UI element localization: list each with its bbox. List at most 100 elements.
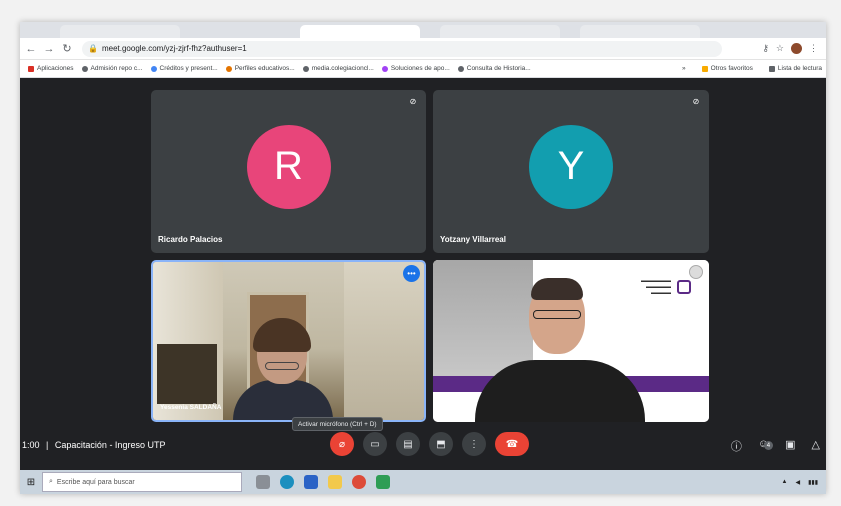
bookmark-label: Aplicaciones	[37, 65, 74, 72]
camera-icon: ▭	[370, 438, 380, 450]
url-text: meet.google.com/yzj-zjrf-fhz?authuser=1	[101, 44, 247, 53]
meeting-title: Capacitación - Ingreso UTP	[54, 440, 166, 450]
bookmark-label: Soluciones de apo...	[390, 65, 450, 72]
windows-start-icon[interactable]: ⊞	[20, 470, 42, 494]
bookmark-item[interactable]: Admisión repo c...	[81, 65, 143, 72]
bookmark-label: Otros favoritos	[710, 65, 753, 72]
apps-icon	[28, 65, 34, 72]
side-controls: ⓘ ☺4 ▣ △	[731, 438, 820, 459]
people-icon[interactable]: ☺4	[758, 438, 773, 459]
present-screen-icon: ⬒	[436, 438, 446, 450]
more-options-icon: ⋮	[469, 438, 479, 450]
bookmark-label: Perfiles educativos...	[234, 65, 295, 72]
avatar-initial: R	[274, 144, 303, 188]
browser-tab[interactable]	[440, 25, 560, 38]
bookmark-item[interactable]: Perfiles educativos...	[225, 65, 295, 72]
reading-list-icon	[768, 65, 775, 72]
camera-toggle-button[interactable]: ▭	[363, 432, 387, 456]
system-tray: ▲ ◀ ▮▮▮	[782, 479, 826, 486]
bookmark-other[interactable]: Otros favoritos	[701, 65, 753, 72]
url-input[interactable]: 🔒 meet.google.com/yzj-zjrf-fhz?authuser=…	[82, 40, 722, 57]
hangup-icon: ☎	[505, 438, 519, 450]
clock[interactable]: ▮▮▮	[808, 479, 818, 486]
bookmark-apps[interactable]: Aplicaciones	[28, 65, 74, 72]
bookmark-icon	[457, 65, 464, 72]
participant-tile-video[interactable]: ▬▬▬▬▬▬ ▬▬▬▬▬ ▬▬▬▬	[433, 260, 709, 422]
slide-text-block: ▬▬▬▬▬▬ ▬▬▬▬▬ ▬▬▬▬	[641, 278, 671, 296]
mail-icon[interactable]	[304, 475, 318, 489]
bookmark-item[interactable]: Soluciones de apo...	[381, 65, 450, 72]
star-icon[interactable]: ☆	[776, 43, 784, 54]
info-icon[interactable]: ⓘ	[731, 438, 742, 459]
participant-tile[interactable]: ⊘ R Ricardo Palacios	[151, 90, 426, 253]
participants-count-badge: 4	[763, 441, 773, 450]
bookmark-item[interactable]: media.colegiacioncl...	[302, 65, 374, 72]
participant-tile[interactable]: ⊘ Y Yotzany Villarreal	[433, 90, 709, 253]
bookmark-item[interactable]: Consulta de Historia...	[457, 65, 531, 72]
video-feed-detail	[157, 344, 217, 404]
bookmark-icon	[225, 65, 232, 72]
menu-icon[interactable]: ⋮	[809, 43, 818, 54]
speaking-indicator-icon: •••	[403, 265, 420, 282]
meeting-info: 1:00 | Capacitación - Ingreso UTP	[22, 440, 165, 450]
address-bar-actions: ⚷ ☆ ⋮	[762, 43, 826, 54]
bookmarks-bar: Aplicaciones Admisión repo c... Créditos…	[20, 60, 826, 78]
tooltip: Activar micrófono (Ctrl + D)	[292, 417, 383, 431]
task-view-icon[interactable]	[256, 475, 270, 489]
reload-icon[interactable]: ↻	[60, 42, 74, 56]
logo-icon	[677, 280, 691, 294]
taskbar-search-placeholder: Escribe aquí para buscar	[56, 478, 135, 486]
lock-icon: 🔒	[88, 44, 98, 53]
bookmarks-right: » Otros favoritos Lista de lectura	[682, 65, 826, 72]
activities-icon[interactable]: △	[812, 438, 820, 459]
captions-button[interactable]: ▤	[396, 432, 420, 456]
participant-name: Yessenia SALDAÑA	[160, 404, 222, 411]
bookmark-label: Lista de lectura	[777, 65, 822, 72]
search-icon: ⌕	[49, 478, 53, 485]
app-icon[interactable]	[376, 475, 390, 489]
browser-tab[interactable]	[580, 25, 700, 38]
browser-tab-active[interactable]	[300, 25, 420, 38]
browser-tab-strip	[20, 22, 826, 38]
meeting-time: 1:00	[22, 440, 40, 450]
folder-icon	[701, 65, 708, 72]
bookmark-label: Admisión repo c...	[90, 65, 143, 72]
mic-off-icon: ⊘	[409, 96, 417, 106]
key-icon[interactable]: ⚷	[762, 43, 769, 54]
hangup-button[interactable]: ☎	[495, 432, 529, 456]
bookmark-label: Consulta de Historia...	[466, 65, 531, 72]
chat-icon[interactable]: ▣	[785, 438, 795, 459]
profile-avatar[interactable]	[791, 43, 802, 54]
taskbar-search-input[interactable]: ⌕ Escribe aquí para buscar	[42, 472, 242, 492]
bookmark-icon	[150, 65, 157, 72]
mic-toggle-button[interactable]: ⌀	[330, 432, 354, 456]
taskbar-apps	[256, 475, 390, 489]
captions-icon: ▤	[403, 438, 413, 450]
person-figure	[533, 310, 581, 319]
screenshot-frame: ← → ↻ 🔒 meet.google.com/yzj-zjrf-fhz?aut…	[0, 0, 841, 506]
person-figure	[265, 362, 299, 370]
avatar: R	[246, 124, 331, 209]
bookmarks-overflow-icon[interactable]: »	[682, 65, 686, 72]
mic-off-icon: ⌀	[338, 438, 346, 450]
more-options-button[interactable]: ⋮	[462, 432, 486, 456]
participant-tile-video[interactable]: ••• Yessenia SALDAÑA	[151, 260, 426, 422]
video-feed-detail	[344, 262, 424, 420]
chrome-icon[interactable]	[352, 475, 366, 489]
edge-icon[interactable]	[280, 475, 294, 489]
tile-options-icon[interactable]	[689, 265, 703, 279]
bookmark-icon	[302, 65, 309, 72]
folder-icon[interactable]	[328, 475, 342, 489]
volume-icon[interactable]: ◀	[795, 479, 800, 486]
bookmark-item[interactable]: Créditos y present...	[150, 65, 218, 72]
participant-name: Yotzany Villarreal	[440, 235, 506, 244]
os-taskbar: ⊞ ⌕ Escribe aquí para buscar ▲ ◀ ▮▮▮	[20, 470, 826, 494]
network-icon[interactable]: ▲	[782, 479, 788, 485]
reading-list[interactable]: Lista de lectura	[768, 65, 822, 72]
forward-icon[interactable]: →	[42, 42, 56, 56]
browser-tab[interactable]	[60, 25, 180, 38]
bookmark-icon	[81, 65, 88, 72]
person-figure	[531, 278, 583, 300]
present-button[interactable]: ⬒	[429, 432, 453, 456]
back-icon[interactable]: ←	[24, 42, 38, 56]
